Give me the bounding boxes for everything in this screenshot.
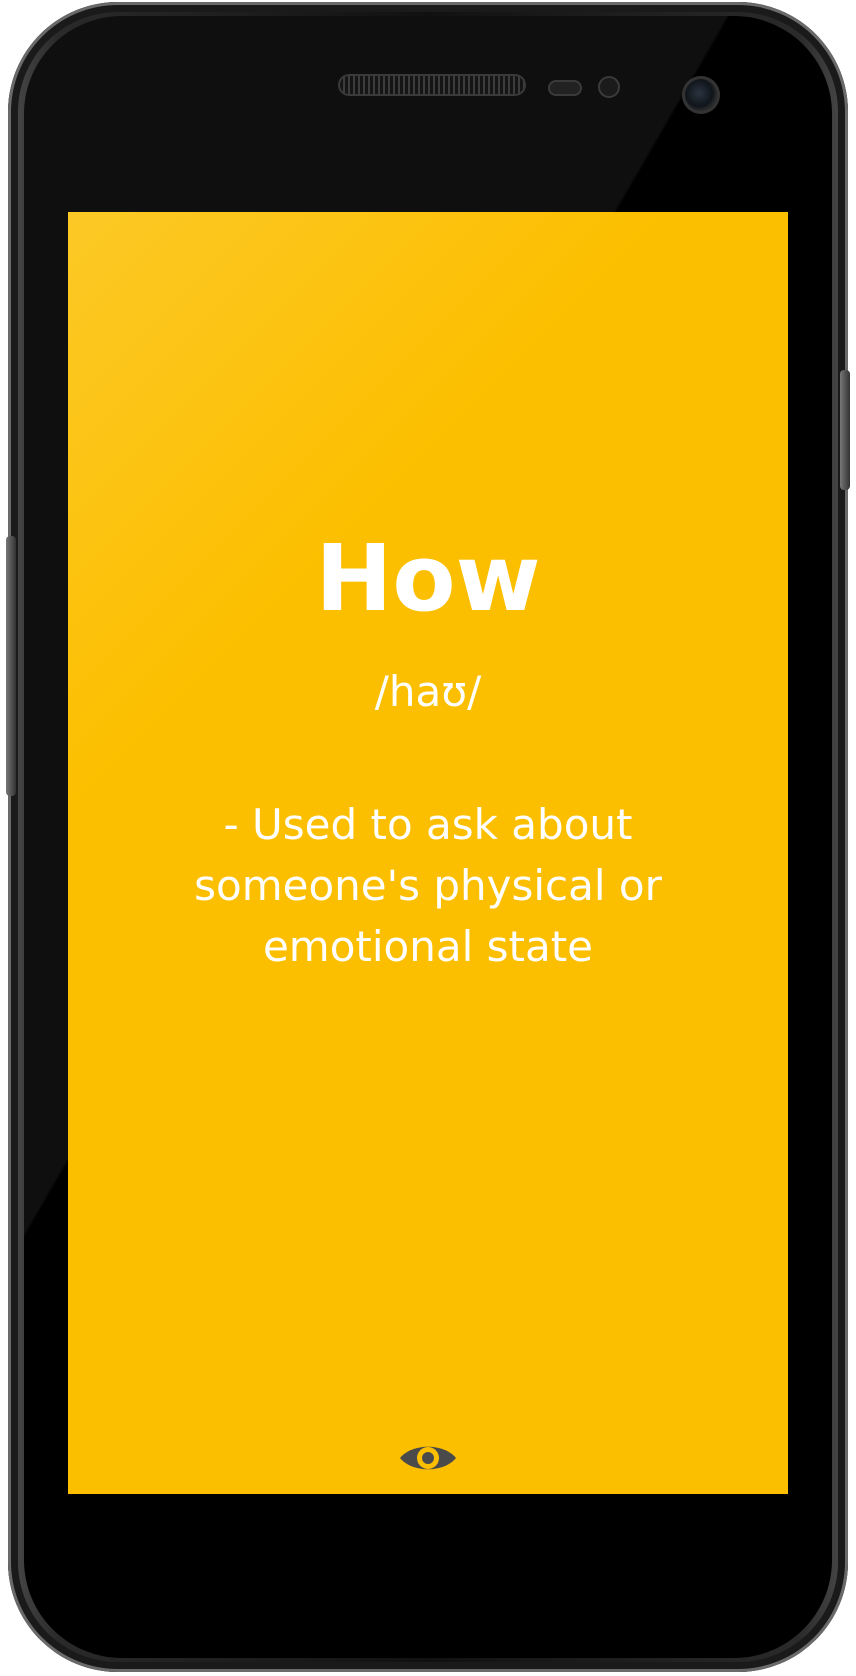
card-phonetic: /haʊ/ [374,667,482,716]
eye-icon[interactable] [398,1440,458,1476]
front-camera [682,76,720,114]
card-word: How [315,525,541,632]
volume-button [6,536,16,796]
power-button [840,370,850,490]
flashcard[interactable]: How /haʊ/ - Used to ask about someone's … [68,212,788,1494]
eye-icon-graphic [400,1446,456,1470]
earpiece-speaker [338,74,526,96]
proximity-sensor [548,80,582,96]
card-definition: - Used to ask about someone's physical o… [194,800,662,971]
light-sensor [598,76,620,98]
